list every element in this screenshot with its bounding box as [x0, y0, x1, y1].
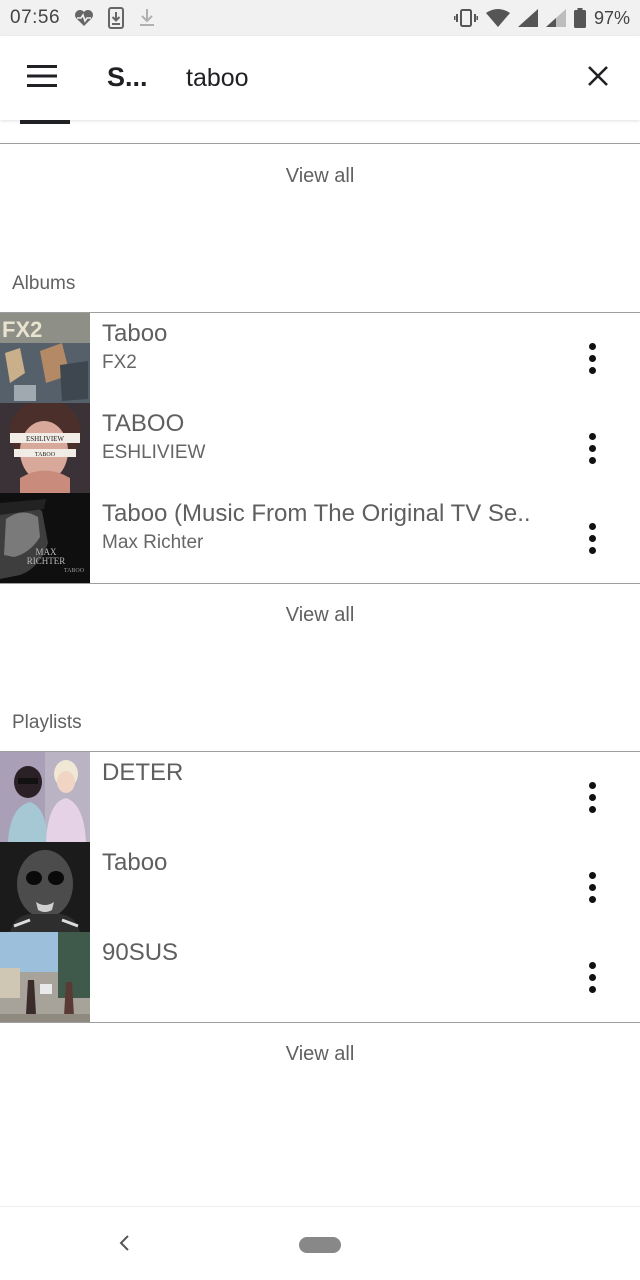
playlists-header: Playlists [12, 712, 82, 733]
playlist-title: Taboo [102, 849, 168, 876]
more-vert-icon [588, 781, 596, 789]
close-icon [587, 65, 609, 92]
wifi-icon [485, 9, 510, 27]
album-artist: ESHLIVIEW [102, 442, 206, 463]
album-title: Taboo [102, 320, 168, 347]
playlist-art [0, 932, 90, 1022]
album-art-text: TABOO [64, 568, 85, 574]
divider [0, 583, 640, 584]
playlist-item[interactable]: Taboo [0, 842, 640, 932]
download-arrow-icon [138, 8, 156, 28]
navigation-bar [0, 1206, 640, 1280]
battery-icon [573, 8, 586, 28]
more-vert-icon [588, 871, 596, 879]
more-vert-icon [588, 522, 596, 530]
more-options-button[interactable] [572, 516, 612, 560]
health-heart-icon [74, 9, 94, 27]
playlist-art [0, 752, 90, 842]
album-art: MAX RICHTER TABOO [0, 493, 90, 583]
menu-button[interactable] [18, 56, 66, 100]
tab-indicator [20, 120, 70, 124]
more-options-button[interactable] [572, 775, 612, 819]
page-title: S... [107, 62, 148, 92]
back-button[interactable] [108, 1229, 140, 1261]
album-art-text: RICHTER [27, 556, 66, 566]
albums-list: FX2 Taboo FX2 ESHLIVIEW TABOO TABOO ESHL… [0, 313, 640, 583]
more-options-button[interactable] [572, 865, 612, 909]
playlist-item[interactable]: DETER [0, 752, 640, 842]
album-artist: FX2 [102, 352, 137, 373]
divider [0, 1022, 640, 1023]
album-art: FX2 [0, 313, 90, 403]
view-all-button-top[interactable]: View all [0, 148, 640, 204]
back-chevron-icon [117, 1234, 131, 1257]
battery-percentage: 97% [593, 7, 630, 28]
album-artist: Max Richter [102, 532, 204, 553]
playlist-title: 90SUS [102, 939, 179, 966]
view-all-albums-button[interactable]: View all [0, 587, 640, 643]
signal-weak-icon [545, 9, 566, 27]
view-all-playlists-button[interactable]: View all [0, 1026, 640, 1082]
download-box-icon [108, 7, 125, 29]
hamburger-menu-icon [27, 64, 57, 92]
status-time: 07:56 [10, 7, 61, 28]
search-input[interactable] [186, 60, 546, 96]
signal-icon [517, 9, 538, 27]
more-vert-icon [588, 342, 596, 350]
album-item[interactable]: ESHLIVIEW TABOO TABOO ESHLIVIEW [0, 403, 640, 493]
album-title: Taboo (Music From The Original TV Se.. [102, 500, 531, 527]
album-item[interactable]: MAX RICHTER TABOO Taboo (Music From The … [0, 493, 640, 583]
album-title: TABOO [102, 410, 185, 437]
playlist-art [0, 842, 90, 932]
album-art-text: TABOO [35, 452, 56, 458]
close-button[interactable] [574, 54, 622, 102]
vibrate-icon [453, 9, 478, 27]
album-item[interactable]: FX2 Taboo FX2 [0, 313, 640, 403]
app-bar: S... [0, 36, 640, 120]
playlist-title: DETER [102, 759, 184, 786]
more-options-button[interactable] [572, 426, 612, 470]
playlists-list: DETER Taboo 90SUS [0, 752, 640, 1022]
more-vert-icon [588, 961, 596, 969]
more-options-button[interactable] [572, 955, 612, 999]
album-art-text: ESHLIVIEW [26, 435, 64, 443]
more-options-button[interactable] [572, 336, 612, 380]
more-vert-icon [588, 432, 596, 440]
divider [0, 143, 640, 144]
status-bar: 07:56 97% [0, 0, 640, 36]
albums-header: Albums [12, 273, 76, 294]
album-art: ESHLIVIEW TABOO [0, 403, 90, 493]
album-art-text: FX2 [2, 317, 42, 342]
playlist-item[interactable]: 90SUS [0, 932, 640, 1022]
home-pill-icon[interactable] [299, 1237, 341, 1253]
